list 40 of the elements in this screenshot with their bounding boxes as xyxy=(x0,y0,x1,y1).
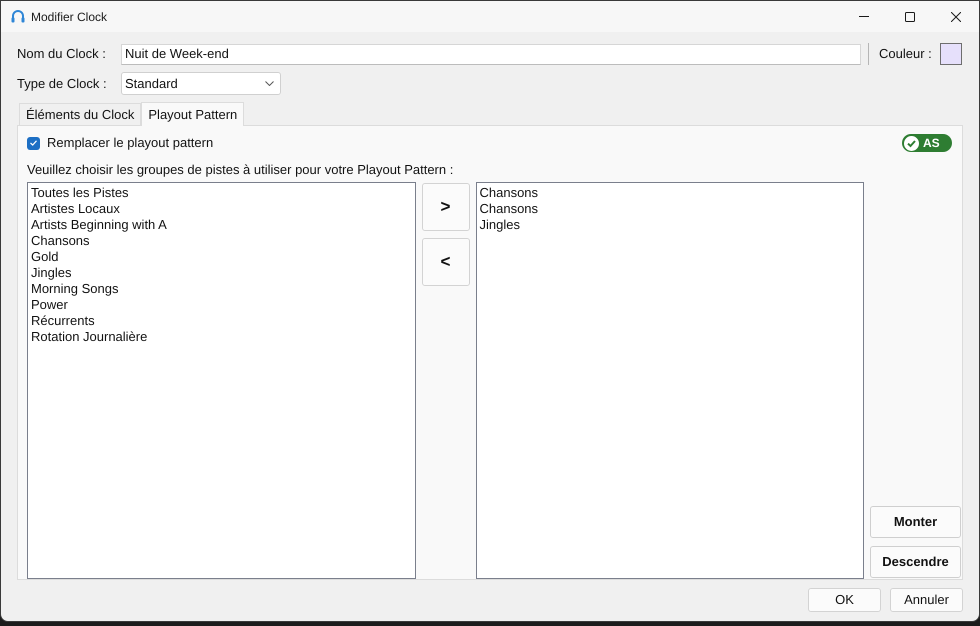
dialog-button[interactable]: Annuler xyxy=(890,588,963,612)
list-item[interactable]: Artists Beginning with A xyxy=(31,217,167,233)
move-button[interactable]: < xyxy=(422,238,470,286)
move-button[interactable]: > xyxy=(422,183,470,231)
checkbox-label: Remplacer le playout pattern xyxy=(47,134,214,152)
field-label: Couleur : xyxy=(879,45,932,64)
dialog-button[interactable]: OK xyxy=(808,588,881,612)
name-input-field[interactable]: Nuit de Week-end xyxy=(121,44,861,64)
list-item[interactable]: Toutes les Pistes xyxy=(31,185,129,201)
window-title: Modifier Clock xyxy=(31,8,108,26)
maximize-icon xyxy=(905,12,915,22)
list-item[interactable]: Rotation Journalière xyxy=(31,329,148,345)
chevron-down-icon xyxy=(265,81,274,86)
available-groups-list[interactable]: Toutes les Pistes Artistes Locaux Artists Beginning with A Chansons Gold Jingles Morning Songs Power Récurrents Rotation Journalière xyxy=(27,182,416,579)
instruction-text: Veuillez choisir les groupes de pistes à utiliser pour votre Playout Pattern : xyxy=(27,162,454,178)
list-item[interactable]: Jingles xyxy=(480,217,520,233)
list-item[interactable]: Power xyxy=(31,297,68,313)
list-item[interactable]: Chansons xyxy=(480,185,538,201)
list-item[interactable]: Gold xyxy=(31,249,58,265)
checkmark-icon xyxy=(30,140,37,146)
order-button[interactable]: Descendre xyxy=(870,546,961,578)
badge-label: AS xyxy=(923,137,940,149)
close-icon xyxy=(951,12,961,22)
field-label: Type de Clock : xyxy=(17,74,108,93)
headphones-icon xyxy=(10,9,24,24)
checkbox[interactable] xyxy=(27,136,40,150)
order-button[interactable]: Monter xyxy=(870,506,961,538)
list-item[interactable]: Chansons xyxy=(31,233,90,249)
tab[interactable]: Playout Pattern xyxy=(141,102,244,126)
list-item[interactable]: Artistes Locaux xyxy=(31,201,120,217)
list-item[interactable]: Récurrents xyxy=(31,313,95,329)
tab[interactable]: Éléments du Clock xyxy=(19,103,142,125)
selected-groups-list[interactable]: Chansons Chansons Jingles xyxy=(476,182,864,579)
list-item[interactable]: Jingles xyxy=(31,265,72,281)
list-item[interactable]: Morning Songs xyxy=(31,281,118,297)
color-swatch[interactable] xyxy=(940,43,962,65)
list-item[interactable]: Chansons xyxy=(480,201,538,217)
field-label: Nom du Clock : xyxy=(17,45,107,64)
type-select[interactable]: Standard xyxy=(121,72,281,95)
minimize-icon xyxy=(859,16,869,17)
